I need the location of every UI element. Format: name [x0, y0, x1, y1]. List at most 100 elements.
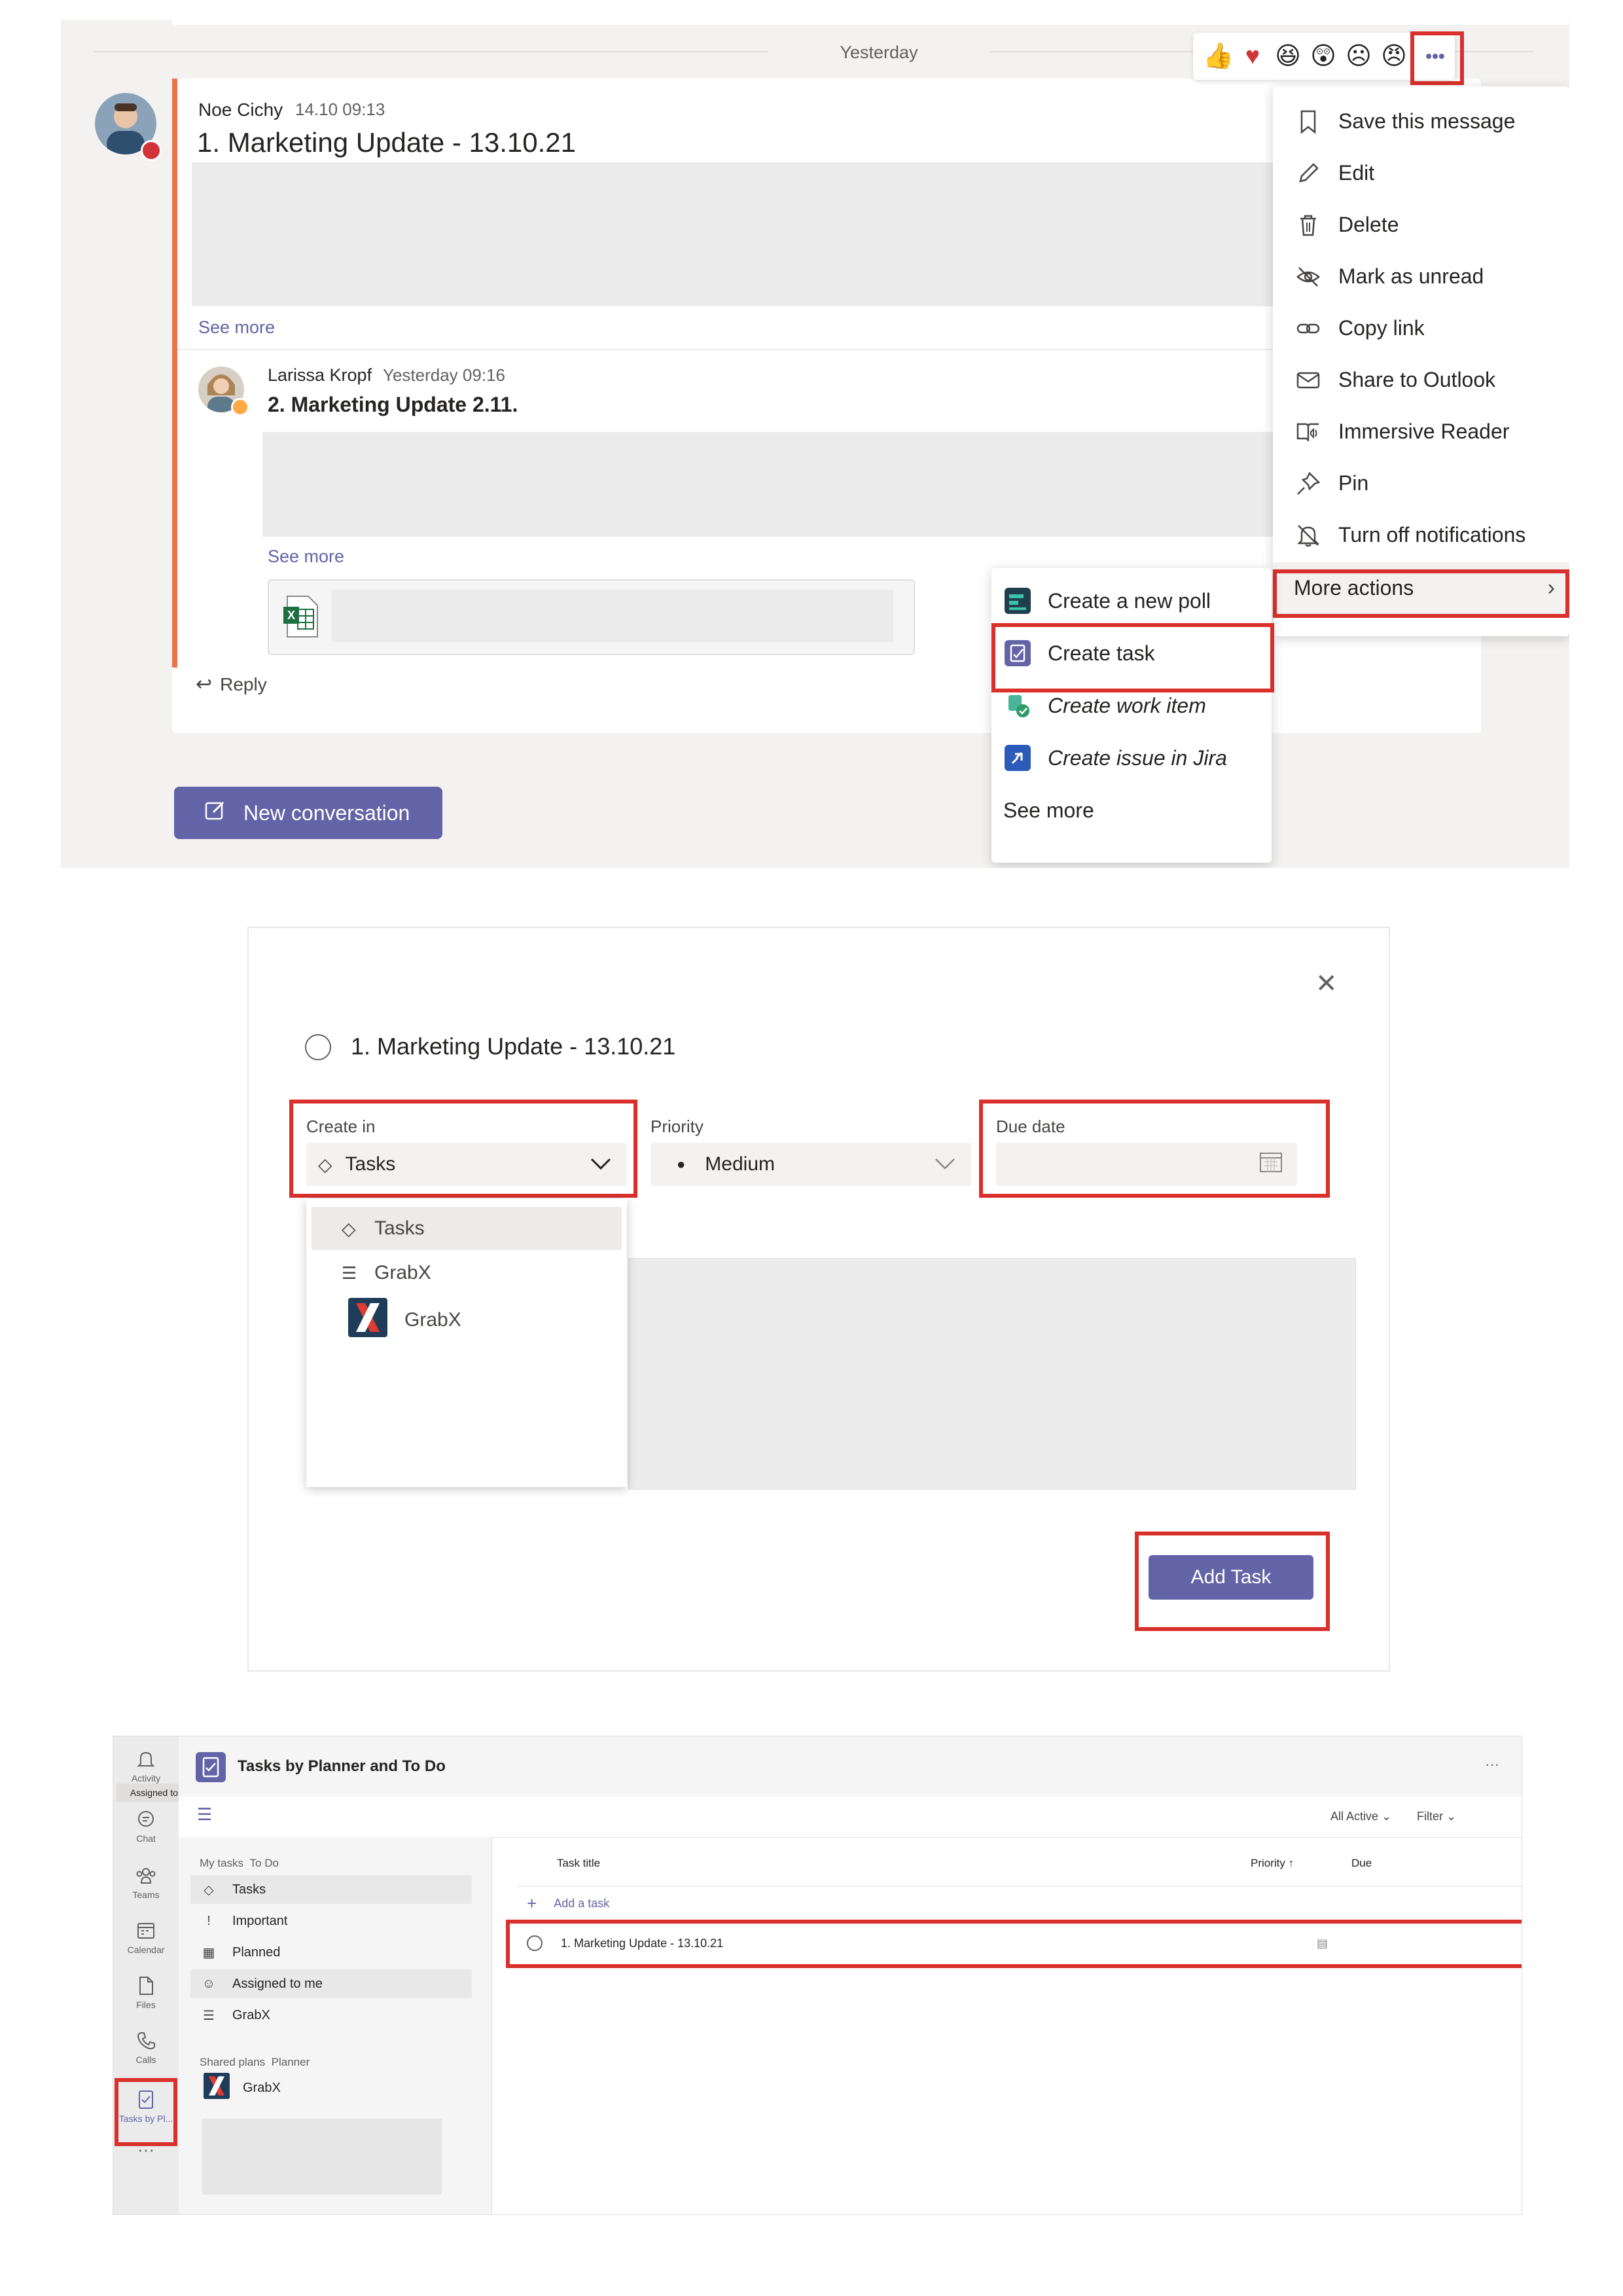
rail-activity[interactable]: Activity: [113, 1748, 179, 1784]
dropdown-option-label: Tasks: [374, 1217, 425, 1239]
nav-item-assigned-to-me[interactable]: ☺ Assigned to me: [190, 1969, 472, 1998]
message-context-menu: Save this message Edit Delete Mark as un…: [1273, 86, 1569, 636]
submenu-see-more[interactable]: See more: [991, 784, 1272, 836]
add-task-row[interactable]: + Add a task: [518, 1887, 1522, 1920]
rail-calendar[interactable]: Calendar: [113, 1920, 179, 1955]
menu-item-delete[interactable]: Delete: [1273, 199, 1569, 251]
priority-select[interactable]: ● Medium: [651, 1143, 971, 1186]
dropdown-option-tasks[interactable]: ◇ Tasks: [312, 1207, 622, 1250]
header-more-button[interactable]: ···: [1485, 1756, 1499, 1773]
nav-item-label: Important: [232, 1913, 288, 1928]
chevron-down-icon: ⌄: [1446, 1810, 1457, 1823]
menu-item-share-outlook[interactable]: Share to Outlook: [1273, 354, 1569, 406]
menu-item-copy-link[interactable]: Copy link: [1273, 302, 1569, 354]
column-header-title[interactable]: Task title: [557, 1857, 600, 1870]
presence-busy-badge: [141, 140, 162, 161]
menu-item-edit[interactable]: Edit: [1273, 147, 1569, 199]
my-tasks-label: My tasks: [200, 1857, 244, 1869]
rail-more-button[interactable]: ···: [113, 2140, 179, 2160]
surprised-icon[interactable]: 😲: [1309, 42, 1338, 71]
thumbs-up-icon[interactable]: 👍: [1203, 42, 1234, 71]
immersive-reader-icon: [1294, 418, 1323, 446]
task-title[interactable]: 1. Marketing Update - 13.10.21: [351, 1033, 675, 1060]
laugh-icon[interactable]: 😆: [1274, 42, 1302, 71]
highlight-more-actions: [1273, 569, 1569, 618]
menu-item-label: Turn off notifications: [1338, 523, 1526, 547]
tasks-app-icon: [196, 1752, 226, 1782]
message-author: Noe Cichy: [198, 99, 283, 120]
highlight-create-task: [991, 623, 1274, 692]
heart-icon[interactable]: ♥: [1238, 42, 1267, 71]
nav-item-planned[interactable]: ▦ Planned: [190, 1938, 472, 1967]
rail-label: Calls: [135, 2054, 156, 2065]
nav-item-important[interactable]: ! Important: [190, 1907, 472, 1935]
menu-item-save-message[interactable]: Save this message: [1273, 96, 1569, 147]
submenu-item-create-poll[interactable]: Create a new poll: [991, 575, 1272, 627]
see-more-link[interactable]: See more: [268, 547, 344, 567]
nav-item-grabx-list[interactable]: ☰ GrabX: [190, 2001, 472, 2030]
all-active-label: All Active: [1330, 1810, 1379, 1823]
create-in-dropdown: ◇ Tasks ☰ GrabX GrabX: [306, 1199, 627, 1487]
file-attachment[interactable]: X: [268, 579, 915, 655]
notes-textarea[interactable]: [628, 1258, 1356, 1490]
menu-item-turn-off-notifications[interactable]: Turn off notifications: [1273, 509, 1569, 561]
see-more-link[interactable]: See more: [198, 317, 275, 338]
more-actions-submenu: Create a new poll Create task Create wor…: [991, 568, 1272, 863]
hamburger-menu-icon[interactable]: ☰: [197, 1804, 212, 1825]
nav-item-grabx-plan[interactable]: GrabX: [190, 2072, 472, 2104]
submenu-item-create-jira-issue[interactable]: Create issue in Jira: [991, 732, 1272, 784]
chat-icon: [138, 1811, 154, 1827]
new-conversation-label: New conversation: [243, 800, 410, 825]
filter-button[interactable]: Filter ⌄: [1417, 1810, 1456, 1823]
excel-file-icon: X: [283, 595, 319, 638]
close-icon[interactable]: ✕: [1315, 969, 1338, 999]
nav-item-label: Assigned to me: [232, 1976, 323, 1991]
calendar-icon: [137, 1923, 154, 1939]
svg-text:X: X: [287, 609, 295, 622]
highlight-tasks-app: [115, 2078, 177, 2146]
column-header-priority[interactable]: Priority ↑: [1251, 1857, 1294, 1870]
jira-app-icon: [1003, 744, 1032, 772]
highlight-more-options: [1410, 31, 1464, 85]
reply-label: Reply: [220, 673, 267, 694]
unread-icon: [1294, 262, 1323, 291]
sad-icon[interactable]: ☹: [1344, 42, 1373, 71]
menu-item-immersive-reader[interactable]: Immersive Reader: [1273, 406, 1569, 457]
dropdown-option-label: GrabX: [404, 1309, 461, 1331]
nav-item-label: Tasks: [232, 1882, 266, 1897]
angry-icon[interactable]: 😠: [1380, 42, 1408, 71]
shared-plans-label: Shared plans: [200, 2056, 266, 2068]
menu-item-mark-unread[interactable]: Mark as unread: [1273, 251, 1569, 302]
priority-label: Priority: [651, 1117, 704, 1136]
nav-item-tasks[interactable]: ◇ Tasks: [190, 1875, 472, 1904]
complete-checkbox[interactable]: [305, 1034, 331, 1060]
thread-accent-bar: [172, 79, 177, 668]
rail-files[interactable]: Files: [113, 1975, 179, 2010]
menu-item-pin[interactable]: Pin: [1273, 457, 1569, 509]
column-header-due[interactable]: Due: [1351, 1857, 1372, 1870]
filter-label: Filter: [1417, 1810, 1443, 1823]
mail-icon: [1294, 366, 1323, 395]
message-timestamp: Yesterday 09:16: [383, 365, 505, 385]
files-icon: [139, 1977, 153, 1995]
all-active-filter[interactable]: All Active ⌄: [1330, 1810, 1391, 1823]
tasks-list-icon: ◇: [342, 1218, 356, 1239]
highlight-create-in: [289, 1100, 637, 1198]
highlight-add-task: [1135, 1532, 1330, 1631]
grabx-logo-icon: [348, 1298, 387, 1342]
reply-button[interactable]: ↩ Reply: [196, 673, 267, 696]
rail-calls[interactable]: Calls: [113, 2030, 179, 2065]
new-conversation-button[interactable]: New conversation: [174, 787, 442, 839]
rail-label: Calendar: [127, 1945, 165, 1955]
rail-teams[interactable]: Teams: [113, 1865, 179, 1900]
attachment-name-redacted: [332, 590, 893, 642]
dropdown-option-grabx-plan[interactable]: GrabX: [312, 1296, 622, 1344]
rail-label: Activity: [131, 1773, 161, 1784]
nav-item-label: Planned: [232, 1945, 281, 1960]
rail-label: Files: [136, 2000, 156, 2010]
pin-icon: [1294, 469, 1323, 498]
my-tasks-heading: My tasks To Do: [200, 1857, 279, 1870]
submenu-see-more-label: See more: [1003, 798, 1094, 822]
dropdown-option-grabx-list[interactable]: ☰ GrabX: [312, 1251, 622, 1295]
rail-chat[interactable]: Chat: [113, 1808, 179, 1844]
